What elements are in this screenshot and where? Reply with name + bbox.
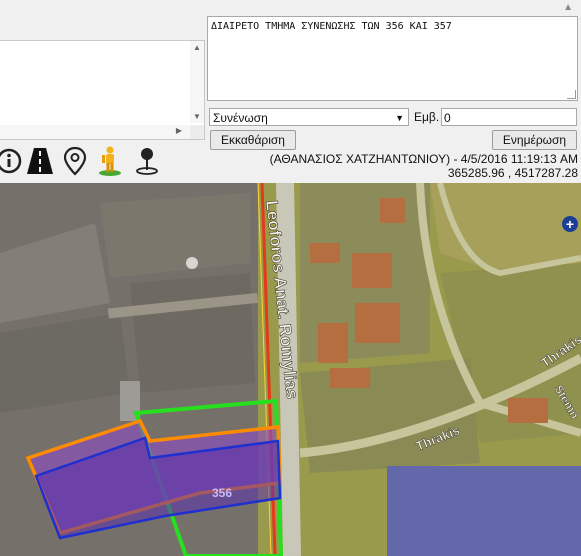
road-icon[interactable] xyxy=(25,144,55,178)
operation-select[interactable]: Συνένωση ▼ xyxy=(209,108,409,126)
vertical-scrollbar[interactable]: ▲ ▼ xyxy=(190,41,204,123)
coordinates-text: 365285.96 , 4517287.28 xyxy=(447,166,578,180)
info-icon[interactable] xyxy=(0,144,24,178)
description-text: ΔΙΑΙΡΕΤΟ ΤΜΗΜΑ ΣΥΝΕΝΩΣΗΣ ΤΩΝ 356 ΚΑΙ 357 xyxy=(211,21,452,32)
map-toolbar xyxy=(0,141,200,181)
scroll-up-icon[interactable]: ▲ xyxy=(193,43,201,52)
scroll-right-icon[interactable]: ▶ xyxy=(176,126,182,135)
zoom-in-button[interactable]: + xyxy=(562,216,578,232)
street-view-person-icon[interactable] xyxy=(95,144,125,178)
author-date-text: (ΑΘΑΝΑΣΙΟΣ ΧΑΤΖΗΑΝΤΩΝΙΟΥ) - 4/5/2016 11:… xyxy=(269,152,578,166)
location-marker-icon[interactable] xyxy=(132,144,162,178)
map-pin-icon[interactable] xyxy=(60,144,90,178)
area-input[interactable]: 0 xyxy=(441,108,577,126)
water-tank xyxy=(186,257,198,269)
satellite-map[interactable]: Leoforos Anat. Romylias Thrakis Thrakis … xyxy=(0,183,581,556)
scroll-corner xyxy=(190,125,204,139)
area-label: Εμβ. xyxy=(414,110,440,124)
chevron-down-icon[interactable]: ▼ xyxy=(395,109,404,127)
operation-selected-value: Συνένωση xyxy=(213,111,268,125)
field-patch xyxy=(100,193,250,278)
field-patch xyxy=(130,273,255,393)
overlay-tile xyxy=(387,466,581,556)
horizontal-scrollbar[interactable]: ▶ xyxy=(0,125,190,139)
feature-list[interactable]: ▲ ▼ ▶ xyxy=(0,40,205,140)
scroll-up-arrow-icon[interactable]: ▲ xyxy=(563,2,573,13)
clear-button[interactable]: Εκκαθάριση xyxy=(210,130,296,150)
description-textarea[interactable]: ΔΙΑΙΡΕΤΟ ΤΜΗΜΑ ΣΥΝΕΝΩΣΗΣ ΤΩΝ 356 ΚΑΙ 357 xyxy=(207,16,578,101)
parcel-label-356: 356 xyxy=(212,486,232,500)
scroll-down-icon[interactable]: ▼ xyxy=(193,112,201,121)
resize-grip-icon[interactable] xyxy=(567,90,576,99)
record-meta: (ΑΘΑΝΑΣΙΟΣ ΧΑΤΖΗΑΝΤΩΝΙΟΥ) - 4/5/2016 11:… xyxy=(270,152,578,180)
update-button[interactable]: Ενημέρωση xyxy=(492,130,577,150)
top-strip: ▲ xyxy=(0,0,581,16)
